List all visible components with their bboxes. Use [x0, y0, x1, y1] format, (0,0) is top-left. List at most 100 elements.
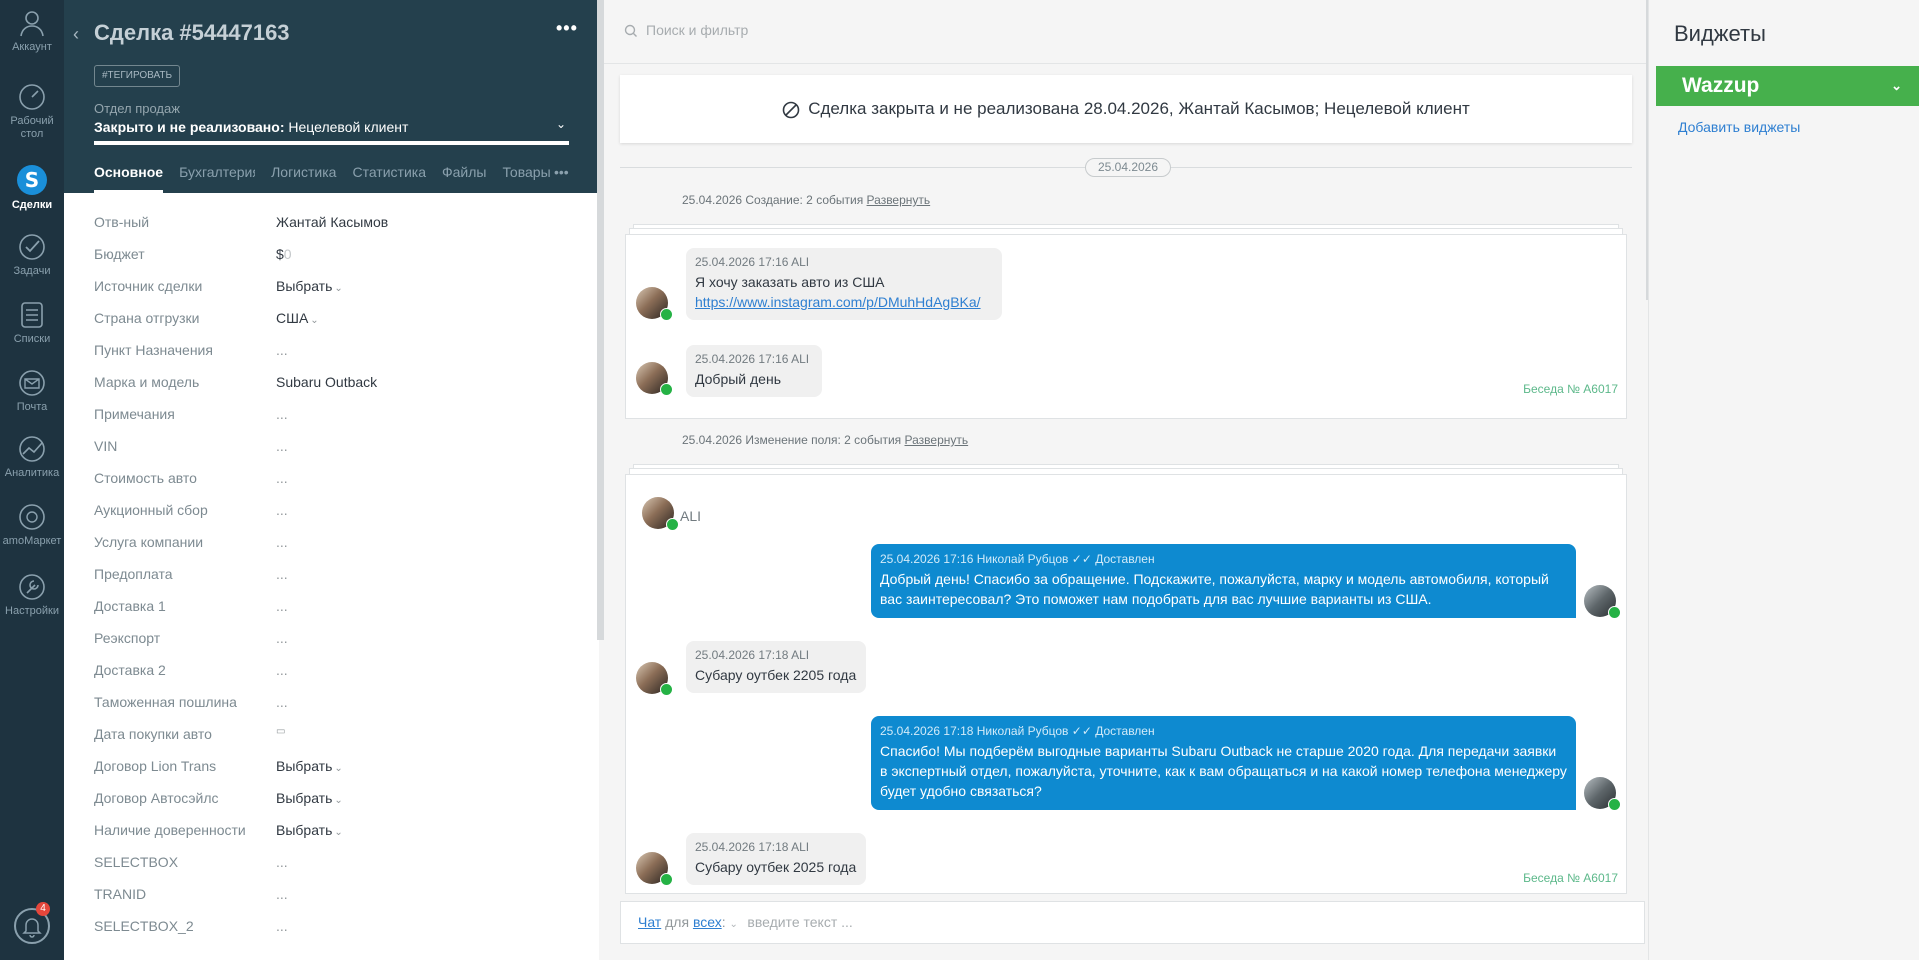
- conversation-card: 25.04.2026 17:16 ALI Я хочу заказать авт…: [625, 234, 1627, 419]
- field-value[interactable]: ...: [276, 470, 288, 486]
- field-lion-trans: Договор Lion Trans Выбрать ⌄: [94, 758, 574, 790]
- field-tranid: TRANID...: [94, 886, 574, 918]
- conversation-card: ALI 25.04.2026 17:16 Николай Рубцов ✓✓ Д…: [625, 474, 1627, 894]
- field-select[interactable]: Выбрать ⌄: [276, 758, 343, 774]
- conversation-number[interactable]: Беседа № A6017: [1523, 382, 1618, 396]
- date-pill: 25.04.2026: [1085, 158, 1171, 177]
- nav-tasks[interactable]: Задачи: [0, 232, 64, 278]
- add-widget-link[interactable]: Добавить виджеты: [1678, 119, 1800, 135]
- tab-files[interactable]: Файлы: [442, 164, 486, 193]
- field-select[interactable]: Выбрать ⌄: [276, 790, 343, 806]
- back-arrow-icon[interactable]: ‹: [73, 24, 79, 45]
- deal-closed-banner: Сделка закрыта и не реализована 28.04.20…: [620, 75, 1632, 143]
- field-value[interactable]: Жантай Касымов: [276, 214, 388, 230]
- card-scrollbar[interactable]: [597, 0, 604, 640]
- tab-main[interactable]: Основное: [94, 164, 164, 193]
- deal-status-label: Закрыто и не реализовано:: [94, 119, 285, 135]
- chevron-down-icon: ⌄: [334, 795, 343, 806]
- nav-market[interactable]: amoМаркет: [0, 502, 64, 548]
- conversation-number[interactable]: Беседа № A6017: [1523, 871, 1618, 885]
- field-label: VIN: [94, 438, 118, 454]
- chevron-down-icon[interactable]: ⌄: [556, 117, 566, 131]
- field-value[interactable]: $0: [276, 246, 292, 262]
- incoming-message: 25.04.2026 17:18 ALI Субару оутбек 2205 …: [686, 641, 866, 693]
- incoming-message: 25.04.2026 17:18 ALI Субару оутбек 2025 …: [686, 833, 866, 885]
- field-value[interactable]: ...: [276, 342, 288, 358]
- tab-logistics[interactable]: Логистика: [271, 164, 336, 193]
- events-summary: 25.04.2026 Изменение поля: 2 события Раз…: [682, 433, 968, 447]
- field-reexport: Реэкспорт...: [94, 630, 574, 662]
- tab-statistics[interactable]: Статистика: [352, 164, 426, 193]
- field-value[interactable]: ...: [276, 502, 288, 518]
- nav-account[interactable]: Аккаунт: [0, 8, 64, 54]
- message-meta: 25.04.2026 17:16 ALI: [695, 255, 810, 269]
- field-label: Реэкспорт: [94, 630, 161, 646]
- field-value[interactable]: Subaru Outback: [276, 374, 377, 390]
- nav-settings[interactable]: Настройки: [0, 572, 64, 618]
- tabs-more-button[interactable]: •••: [554, 164, 569, 180]
- search-input[interactable]: [646, 22, 1546, 38]
- field-value[interactable]: ...: [276, 438, 288, 454]
- nav-deals[interactable]: S Сделки: [0, 164, 64, 212]
- message-text: Субару оутбек 2025 года: [695, 859, 857, 875]
- nav-lists-label: Списки: [13, 333, 51, 345]
- message-text: Добрый день! Спасибо за обращение. Подск…: [880, 571, 1549, 607]
- chevron-down-icon[interactable]: ⌄: [729, 904, 743, 945]
- closed-icon: [782, 101, 800, 118]
- field-select[interactable]: США ⌄: [276, 310, 319, 326]
- message-input[interactable]: [747, 914, 1548, 930]
- nav-analytics[interactable]: Аналитика: [0, 434, 64, 480]
- message-link[interactable]: https://www.instagram.com/p/DMuhHdAgBKa/: [695, 294, 981, 310]
- field-value[interactable]: ...: [276, 694, 288, 710]
- field-value[interactable]: ...: [276, 598, 288, 614]
- recipients-link[interactable]: всех: [693, 914, 722, 930]
- expand-link[interactable]: Развернуть: [867, 193, 931, 207]
- deal-title[interactable]: Сделка #54447163: [94, 20, 290, 46]
- field-label: Доставка 2: [94, 662, 166, 678]
- field-model: Марка и модель Subaru Outback: [94, 374, 574, 406]
- field-label: SELECTBOX: [94, 854, 179, 870]
- nav-lists[interactable]: Списки: [0, 300, 64, 346]
- field-label: SELECTBOX_2: [94, 918, 194, 934]
- field-label: Дата покупки авто: [94, 726, 212, 742]
- field-value[interactable]: ...: [276, 630, 288, 646]
- notifications-badge: 4: [36, 902, 50, 916]
- deal-status[interactable]: Закрыто и не реализовано: Нецелевой клие…: [94, 119, 569, 135]
- field-label: Наличие доверенности: [94, 822, 246, 838]
- analytics-icon: [19, 436, 45, 462]
- message-meta: 25.04.2026 17:16 ALI: [695, 352, 810, 366]
- tab-accounting[interactable]: Бухгалтерия: [179, 164, 255, 193]
- field-value[interactable]: ...: [276, 662, 288, 678]
- field-select[interactable]: Выбрать ⌄: [276, 278, 343, 294]
- feed-search: [604, 0, 1648, 64]
- chevron-down-icon: ⌄: [334, 283, 343, 294]
- field-power-of-attorney: Наличие доверенности Выбрать ⌄: [94, 822, 574, 854]
- field-value[interactable]: ...: [276, 886, 288, 902]
- deal-more-button[interactable]: •••: [556, 18, 578, 39]
- field-value[interactable]: ...: [276, 566, 288, 582]
- select-value: Выбрать: [276, 822, 333, 838]
- whatsapp-icon: [660, 683, 673, 696]
- settings-icon: [19, 574, 45, 600]
- expand-link[interactable]: Развернуть: [905, 433, 969, 447]
- wazzup-label: Wazzup: [1682, 74, 1760, 97]
- market-icon: [19, 504, 45, 530]
- field-select[interactable]: Выбрать ⌄: [276, 822, 343, 838]
- mail-icon: [19, 370, 45, 396]
- nav-dashboard-label: Рабочий стол: [10, 115, 54, 140]
- message-text: Добрый день: [695, 371, 781, 387]
- field-label: Отв-ный: [94, 214, 150, 230]
- field-value[interactable]: ...: [276, 854, 288, 870]
- nav-dashboard[interactable]: Рабочий стол: [0, 82, 64, 141]
- chat-type-link[interactable]: Чат: [638, 914, 661, 930]
- contact-name[interactable]: ALI: [680, 508, 701, 524]
- calendar-icon[interactable]: ▭: [276, 726, 285, 737]
- nav-mail[interactable]: Почта: [0, 368, 64, 414]
- field-value[interactable]: ...: [276, 406, 288, 422]
- field-value[interactable]: ...: [276, 918, 288, 934]
- wazzup-widget[interactable]: Wazzup ⌄: [1656, 66, 1919, 106]
- select-value: Выбрать: [276, 758, 333, 774]
- field-value[interactable]: ...: [276, 534, 288, 550]
- tag-button[interactable]: #ТЕГИРОВАТЬ: [94, 65, 181, 87]
- tab-products[interactable]: Товары: [502, 164, 550, 193]
